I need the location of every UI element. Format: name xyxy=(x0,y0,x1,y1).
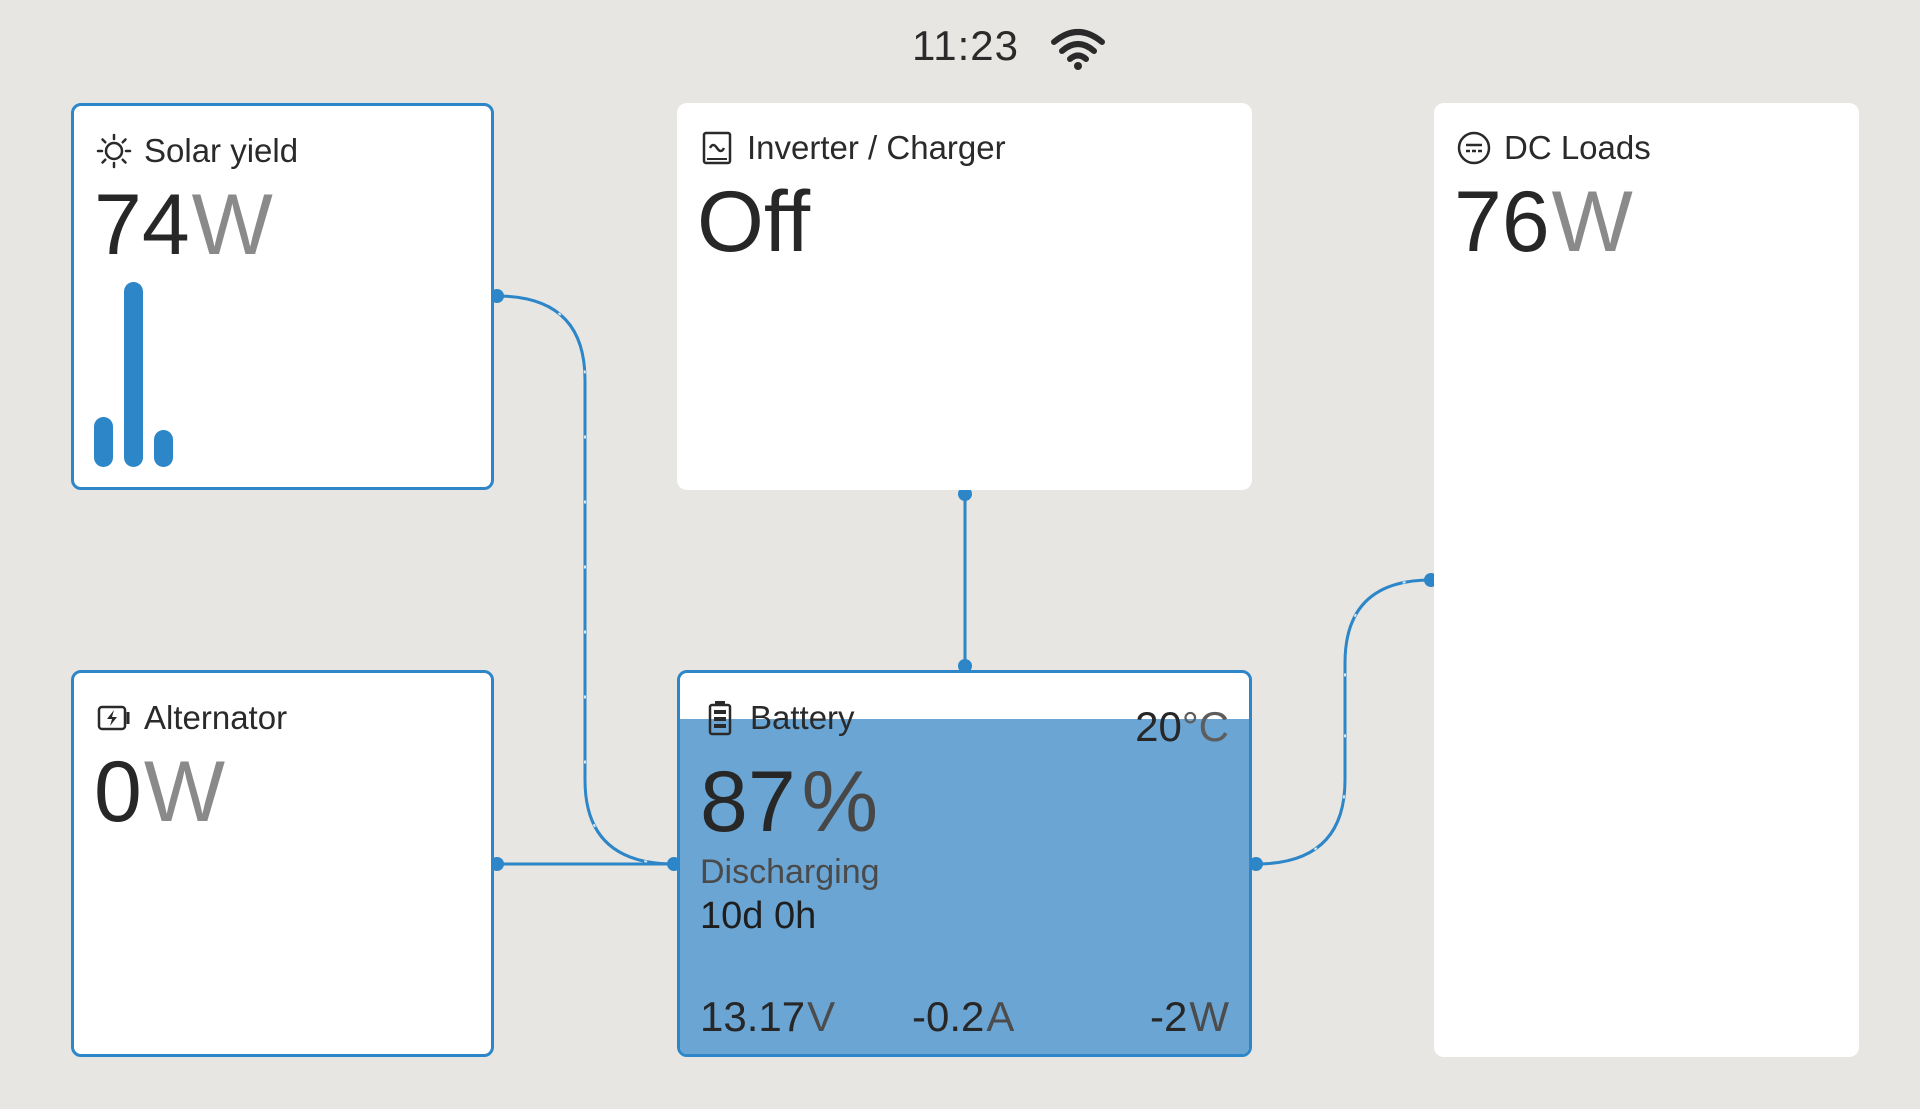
solar-yield-header: Solar yield xyxy=(96,132,298,170)
solar-yield-value: 74W xyxy=(94,177,273,273)
battery-state: Discharging xyxy=(700,853,880,891)
alternator-icon xyxy=(97,705,130,731)
alternator-title: Alternator xyxy=(144,699,288,736)
battery-power: -2W xyxy=(1149,993,1229,1040)
inverter-charger-card[interactable]: Inverter / Charger Off xyxy=(677,103,1252,490)
battery-current: -0.2A xyxy=(912,993,1015,1040)
battery-to-dcloads-line xyxy=(1255,578,1432,866)
solar-to-battery-line xyxy=(496,294,675,866)
sun-icon xyxy=(96,133,132,169)
battery-card[interactable]: Battery 20°C 87% Discharging 10d 0h 13.1… xyxy=(677,670,1252,1057)
battery-title: Battery xyxy=(750,699,855,736)
battery-soc: 87% xyxy=(700,754,879,850)
dc-loads-card[interactable]: DC Loads 76W xyxy=(1434,103,1859,1057)
alternator-value: 0W xyxy=(94,744,226,840)
inverter-title: Inverter / Charger xyxy=(747,129,1006,166)
battery-voltage: 13.17V xyxy=(700,993,836,1040)
dc-loads-icon xyxy=(1457,131,1491,165)
battery-temperature: 20°C xyxy=(1135,703,1229,750)
battery-header: Battery xyxy=(702,699,855,737)
battery-icon xyxy=(708,701,732,736)
solar-history-bar xyxy=(124,282,143,467)
solar-yield-card[interactable]: Solar yield 74W xyxy=(71,103,494,490)
solar-yield-title: Solar yield xyxy=(144,132,299,169)
dc-loads-value: 76W xyxy=(1454,174,1633,270)
solar-history-bar xyxy=(154,430,173,467)
inverter-icon xyxy=(702,131,732,165)
battery-time-to-go: 10d 0h xyxy=(700,895,817,937)
alternator-card[interactable]: Alternator 0W xyxy=(71,670,494,1057)
inverter-header: Inverter / Charger xyxy=(699,129,1006,167)
dc-loads-title: DC Loads xyxy=(1504,129,1651,166)
inverter-state: Off xyxy=(697,174,811,270)
alternator-header: Alternator xyxy=(96,699,287,737)
dc-loads-header: DC Loads xyxy=(1456,129,1651,167)
solar-history-bar xyxy=(94,417,113,467)
